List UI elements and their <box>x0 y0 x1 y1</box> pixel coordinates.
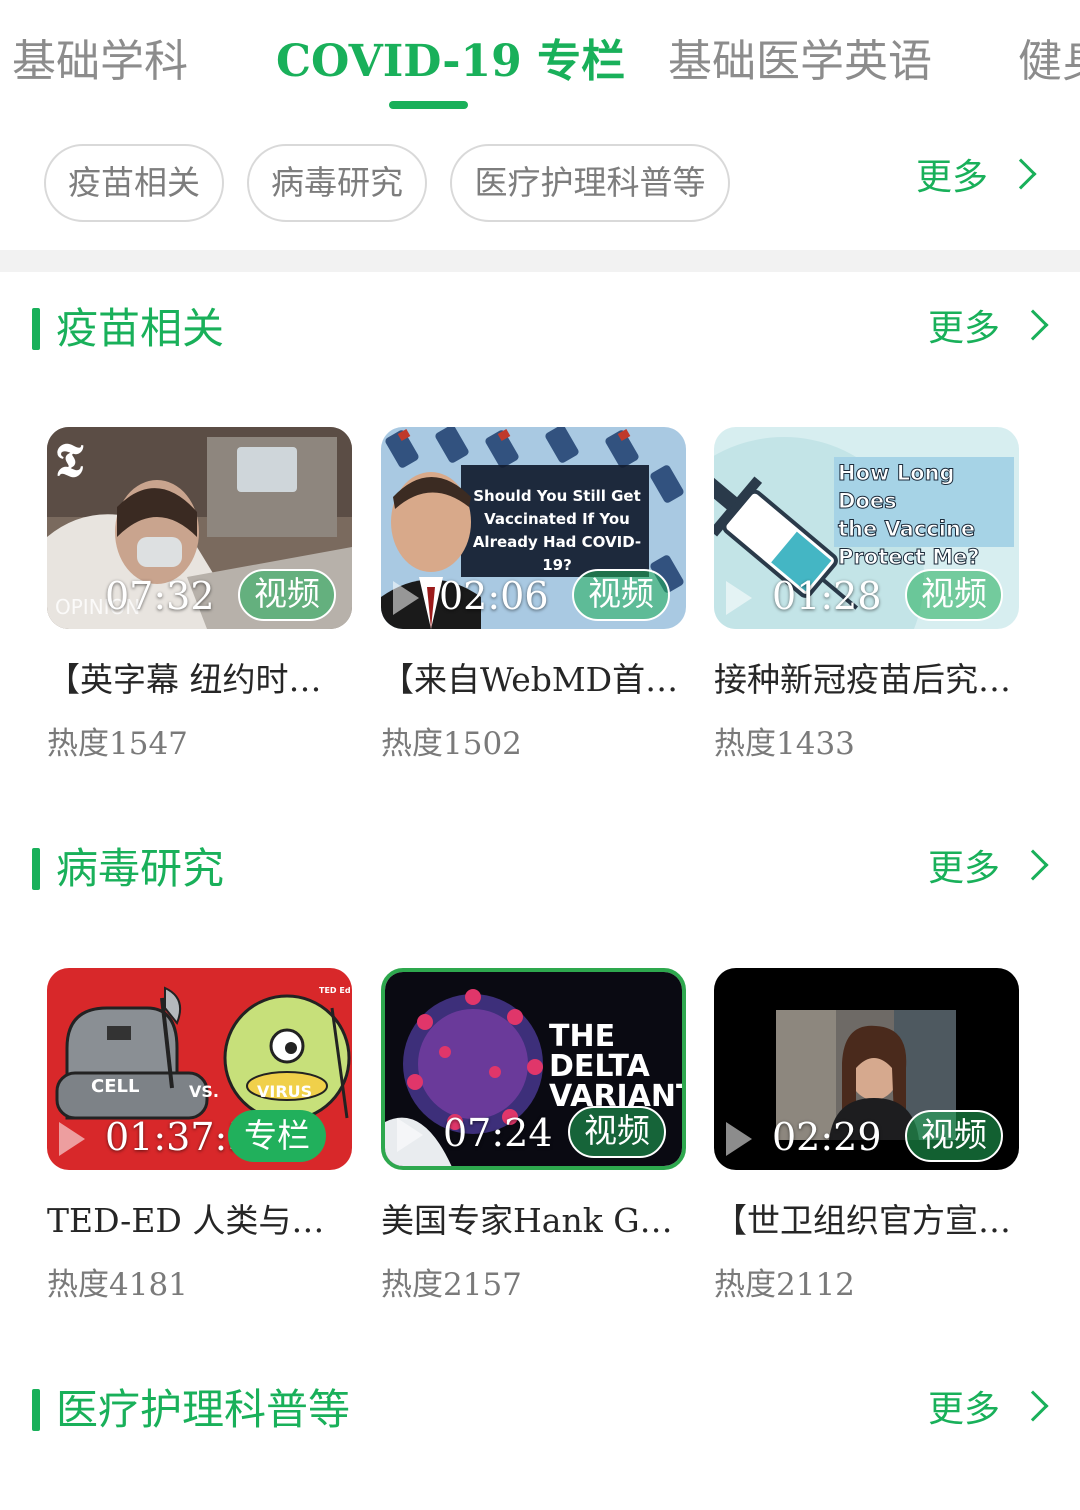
chevron-right-icon <box>1017 1390 1049 1422</box>
section-accent-bar <box>32 1389 40 1431</box>
chip-vaccine[interactable]: 疫苗相关 <box>44 144 224 222</box>
card-title[interactable]: 【来自WebMD首席医疗官】 <box>381 658 686 702</box>
category-tab-bar: 基础学科 COVID-19 专栏 基础医学英语 健身 <box>0 0 1080 120</box>
tab-basic-subjects[interactable]: 基础学科 <box>12 34 188 90</box>
card-heat: 热度4181 <box>47 1267 188 1303</box>
card-title[interactable]: TED-ED 人类与病毒 <box>47 1199 352 1243</box>
ted-ed-logo: TED Ed <box>319 986 351 995</box>
video-thumbnail[interactable]: Should You Still Get Vaccinated If You A… <box>381 427 686 629</box>
video-duration: 01:28 <box>772 574 882 618</box>
play-icon <box>397 1118 423 1152</box>
section-accent-bar <box>32 848 40 890</box>
play-icon <box>726 581 752 615</box>
play-icon <box>726 1122 752 1156</box>
chevron-right-icon <box>1017 849 1049 881</box>
thumbnail-vs-label: VS. <box>189 1082 219 1101</box>
card-heat: 热度2112 <box>714 1267 855 1303</box>
card-heat: 热度1502 <box>381 726 522 762</box>
section-title-vaccine: 疫苗相关 <box>56 304 225 353</box>
video-badge: 视频 <box>572 569 670 621</box>
video-badge: 视频 <box>568 1106 666 1158</box>
section-vaccine-more-button[interactable]: 更多 <box>928 307 1049 351</box>
tab-covid19-column[interactable]: COVID-19 专栏 <box>276 34 625 90</box>
section-divider <box>0 250 1080 272</box>
video-duration: 07:32 <box>105 574 215 618</box>
thumbnail-caption: THE DELTA VARIANT <box>549 1019 686 1114</box>
play-icon <box>59 1122 85 1156</box>
card-heat: 热度2157 <box>381 1267 522 1303</box>
video-badge: 视频 <box>905 1110 1003 1162</box>
nyt-logo: 𝕿 <box>55 433 84 487</box>
video-duration: 02:29 <box>772 1115 882 1159</box>
card-title[interactable]: 【英字幕 纽约时报】 <box>47 658 352 702</box>
thumbnail-caption: How Long Does the Vaccine Protect Me? <box>838 461 981 570</box>
chevron-right-icon <box>1005 158 1037 190</box>
card-heat: 热度1433 <box>714 726 855 762</box>
video-duration: 07:24 <box>443 1111 553 1155</box>
section-virus-more-button[interactable]: 更多 <box>928 847 1049 891</box>
more-label: 更多 <box>928 1389 1001 1430</box>
video-thumbnail[interactable]: 𝕿 OPINION 07:32 视频 <box>47 427 352 629</box>
section-medical-more-button[interactable]: 更多 <box>928 1388 1049 1432</box>
column-badge: 专栏 <box>228 1110 326 1162</box>
thumbnail-cell-label: CELL <box>91 1076 140 1097</box>
video-thumbnail[interactable]: CELL VS. VIRUS TED Ed 01:37:5 专栏 <box>47 968 352 1170</box>
card-title[interactable]: 接种新冠疫苗后究竟能保护多久 <box>714 658 1019 702</box>
card-title[interactable]: 【世卫组织官方宣传】 <box>714 1199 1019 1243</box>
video-badge: 视频 <box>238 569 336 621</box>
video-thumbnail[interactable]: THE DELTA VARIANT 07:24 视频 <box>381 968 686 1170</box>
tab-fitness[interactable]: 健身 <box>1018 34 1080 90</box>
video-duration: 02:06 <box>439 574 549 618</box>
chip-medical-care[interactable]: 医疗护理科普等 <box>450 144 730 222</box>
more-label: 更多 <box>928 308 1001 349</box>
chip-virus-research[interactable]: 病毒研究 <box>247 144 427 222</box>
active-tab-indicator <box>389 101 468 109</box>
section-accent-bar <box>32 308 40 350</box>
play-icon <box>393 581 419 615</box>
video-badge: 视频 <box>905 569 1003 621</box>
section-title-virus-research: 病毒研究 <box>56 844 225 893</box>
tab-basic-medical-english[interactable]: 基础医学英语 <box>668 34 932 90</box>
more-label: 更多 <box>928 848 1001 889</box>
chips-more-button[interactable]: 更多 <box>916 156 1037 200</box>
video-thumbnail[interactable]: How Long Does the Vaccine Protect Me? 01… <box>714 427 1019 629</box>
thumbnail-virus-label: VIRUS <box>257 1082 313 1101</box>
card-title[interactable]: 美国专家Hank Green <box>381 1199 686 1243</box>
thumbnail-caption: Should You Still Get Vaccinated If You A… <box>472 487 642 574</box>
chevron-right-icon <box>1017 309 1049 341</box>
video-thumbnail[interactable]: 02:29 视频 <box>714 968 1019 1170</box>
section-title-medical-care: 医疗护理科普等 <box>56 1385 351 1434</box>
card-heat: 热度1547 <box>47 726 188 762</box>
more-label: 更多 <box>916 157 989 198</box>
